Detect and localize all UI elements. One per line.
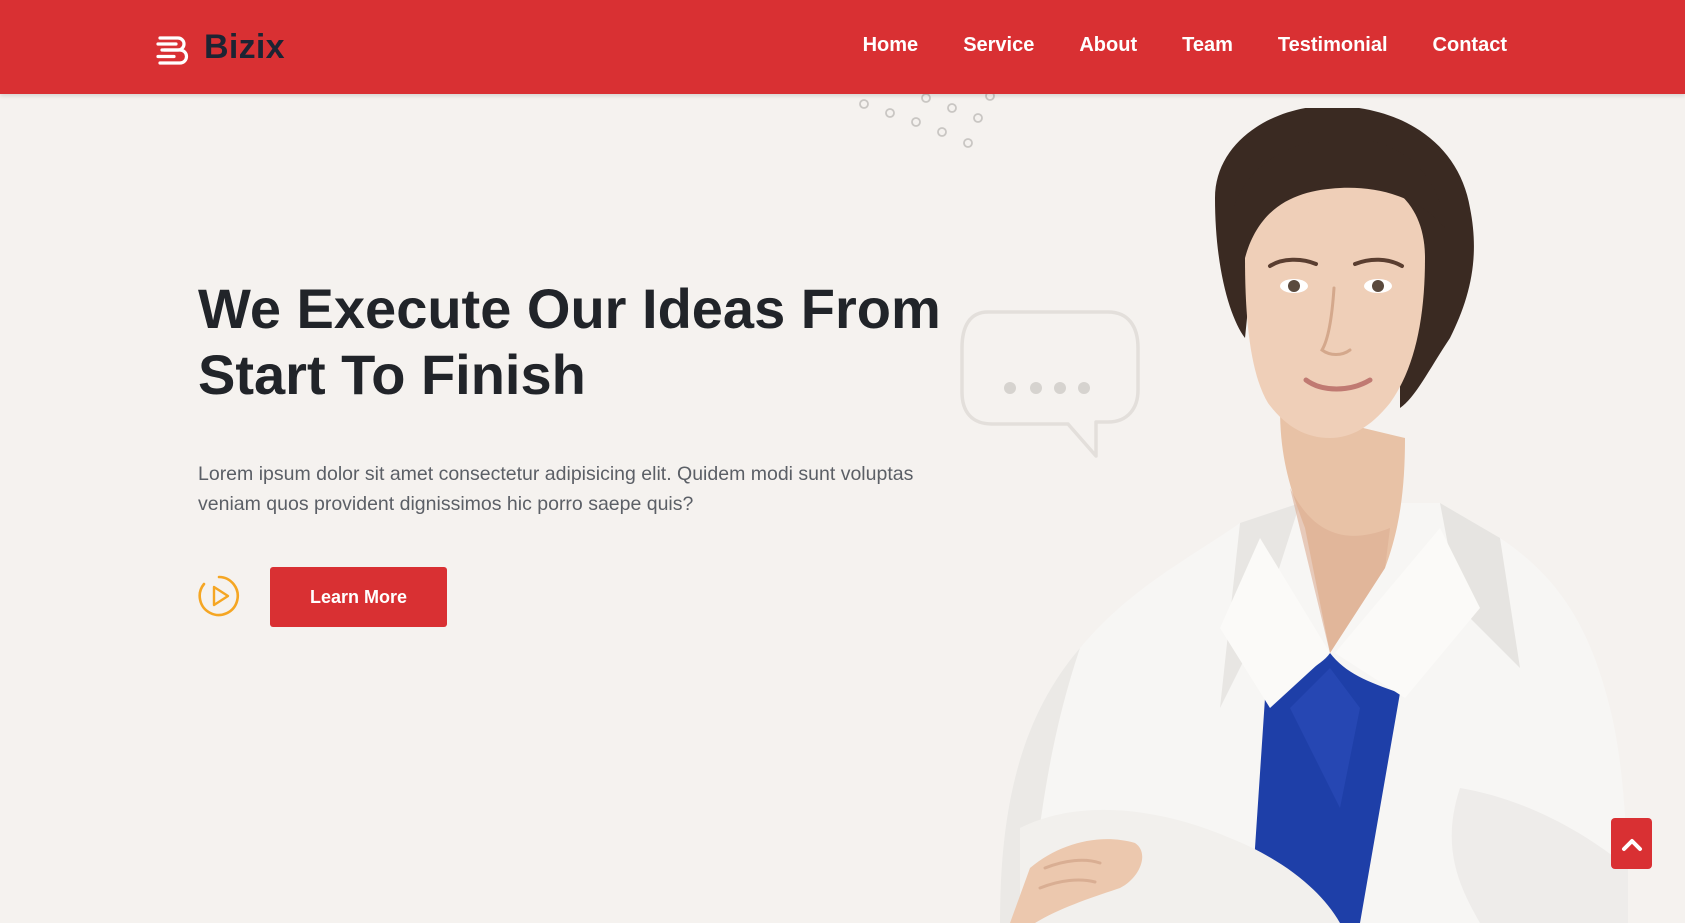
nav-contact-link[interactable]: Contact bbox=[1433, 34, 1507, 57]
chevron-up-icon bbox=[1621, 838, 1642, 851]
nav-team-link[interactable]: Team bbox=[1182, 34, 1233, 57]
nav-about-link[interactable]: About bbox=[1079, 34, 1137, 57]
brand-name: Bizix bbox=[204, 28, 285, 66]
logo-icon bbox=[156, 35, 189, 65]
nav-service-link[interactable]: Service bbox=[963, 34, 1034, 57]
scroll-to-top-button[interactable] bbox=[1611, 818, 1652, 869]
main-nav: Home Service About Team Testimonial Cont… bbox=[863, 34, 1507, 57]
nav-home-link[interactable]: Home bbox=[863, 34, 919, 57]
hero-person-image bbox=[1000, 108, 1628, 923]
learn-more-button[interactable]: Learn More bbox=[270, 567, 447, 627]
play-circle-icon[interactable] bbox=[198, 575, 240, 617]
hero-title: We Execute Our Ideas From Start To Finis… bbox=[198, 276, 958, 408]
brand-logo[interactable]: Bizix bbox=[156, 28, 285, 67]
hero-title-line1: We Execute Our Ideas From bbox=[198, 277, 941, 340]
top-navbar: Bizix Home Service About Team Testimonia… bbox=[0, 0, 1685, 94]
hero-description: Lorem ipsum dolor sit amet consectetur a… bbox=[198, 463, 914, 515]
hero-title-line2: Start To Finish bbox=[198, 343, 586, 406]
nav-testimonial-link[interactable]: Testimonial bbox=[1278, 34, 1388, 57]
